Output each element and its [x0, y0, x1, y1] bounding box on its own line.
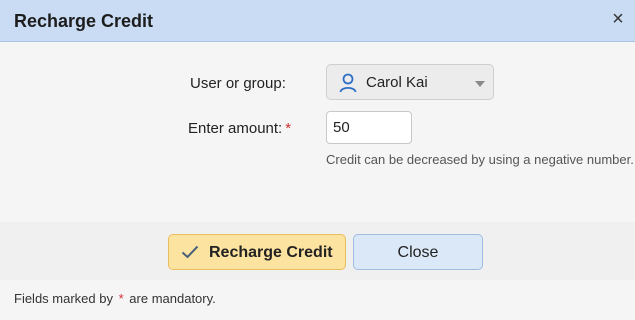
enter-amount-label: Enter amount: * — [188, 120, 291, 137]
close-button[interactable]: Close — [353, 234, 483, 270]
dialog-title: Recharge Credit — [14, 11, 154, 31]
close-icon[interactable]: × — [607, 8, 629, 30]
selected-user: Carol Kai — [366, 74, 428, 91]
recharge-credit-dialog: Recharge Credit × User or group: Carol K… — [0, 0, 635, 320]
chevron-down-icon[interactable] — [475, 81, 485, 87]
amount-input[interactable] — [326, 111, 412, 144]
close-button-label: Close — [397, 244, 439, 261]
recharge-credit-label: Recharge Credit — [209, 244, 333, 261]
user-or-group-select[interactable]: Carol Kai — [326, 64, 494, 100]
enter-amount-text: Enter amount: — [188, 120, 283, 137]
user-icon — [339, 73, 357, 98]
required-marker: * — [285, 120, 292, 137]
recharge-credit-button[interactable]: Recharge Credit — [168, 234, 346, 270]
note-prefix: Fields marked by — [14, 291, 113, 306]
checkmark-icon — [181, 245, 199, 264]
mandatory-fields-note: Fields marked by * are mandatory. — [14, 291, 216, 306]
note-required-marker: * — [118, 291, 124, 306]
dialog-titlebar: Recharge Credit × — [0, 0, 635, 42]
note-suffix: are mandatory. — [129, 291, 216, 306]
amount-hint: Credit can be decreased by using a negat… — [326, 152, 634, 167]
user-or-group-label: User or group: — [190, 75, 286, 92]
